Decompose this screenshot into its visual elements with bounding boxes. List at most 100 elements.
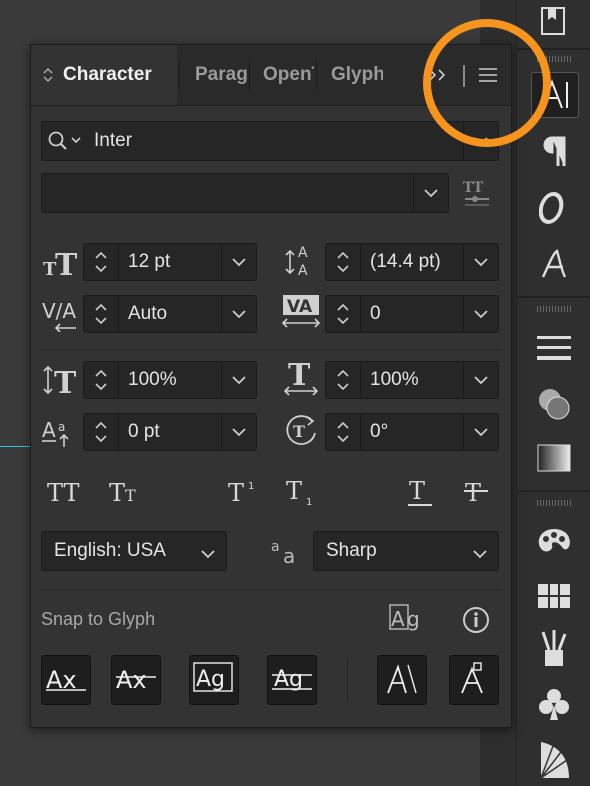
tab-label: Glyphs	[331, 64, 383, 85]
snap-angular-guides-button[interactable]	[377, 655, 427, 705]
brushes-icon[interactable]	[531, 626, 577, 670]
snap-to-glyph-options-icon[interactable]: Ag	[389, 603, 425, 635]
glyphs-panel-icon[interactable]	[531, 242, 577, 286]
font-size-value: 12 pt	[128, 251, 171, 272]
opentype-panel-icon[interactable]	[531, 186, 577, 230]
underline-button[interactable]: T	[403, 475, 437, 509]
font-size-stepper[interactable]	[84, 244, 119, 280]
chevron-down-icon[interactable]	[336, 265, 350, 273]
chevron-down-icon[interactable]	[94, 265, 108, 273]
snap-anchor-point-button[interactable]	[449, 655, 499, 705]
character-rotation-stepper[interactable]	[326, 414, 361, 450]
kerning-stepper[interactable]	[84, 296, 119, 332]
search-icon[interactable]	[46, 128, 86, 154]
gradient-panel-icon[interactable]	[531, 436, 577, 480]
snap-glyph-bounds-icon: Ag	[193, 662, 233, 692]
svg-text:g: g	[407, 607, 420, 631]
leading-stepper[interactable]	[326, 244, 361, 280]
divider	[41, 349, 501, 350]
chevron-up-icon[interactable]	[336, 251, 350, 259]
snap-glyph-bounds-button[interactable]: Ag	[189, 655, 239, 705]
horizontal-scale-icon: T	[281, 359, 321, 397]
svg-text:Ag: Ag	[274, 667, 303, 692]
svg-text:A: A	[298, 245, 308, 261]
leading-field[interactable]: (14.4 pt)	[325, 243, 499, 281]
small-caps-button[interactable]: TT	[107, 475, 151, 509]
tracking-stepper[interactable]	[326, 296, 361, 332]
superscript-button[interactable]: T1	[227, 475, 263, 509]
transparency-panel-icon[interactable]	[531, 382, 577, 426]
snap-baseline-button[interactable]: Ax	[41, 655, 91, 705]
baseline-shift-value: 0 pt	[128, 421, 160, 442]
svg-text:1: 1	[306, 497, 312, 507]
all-caps-button[interactable]: TT	[45, 475, 89, 509]
symbols-icon[interactable]	[531, 682, 577, 726]
divider	[347, 659, 348, 701]
chevron-up-icon[interactable]	[336, 303, 350, 311]
graphic-styles-icon[interactable]	[531, 738, 577, 782]
svg-text:T: T	[465, 479, 481, 507]
tracking-dropdown-button[interactable]	[463, 296, 498, 332]
vertical-scale-stepper[interactable]	[84, 362, 119, 398]
leading-dropdown-button[interactable]	[463, 244, 498, 280]
chevron-up-icon[interactable]	[94, 251, 108, 259]
character-rotation-dropdown-button[interactable]	[463, 414, 498, 450]
kerning-field[interactable]: Auto	[83, 295, 257, 333]
snap-x-height-button[interactable]: Ax	[111, 655, 161, 705]
font-style-field[interactable]	[41, 173, 449, 213]
vertical-scale-field[interactable]: 100%	[83, 361, 257, 399]
tab-glyphs[interactable]: Glyphs	[317, 45, 383, 105]
color-guide-icon[interactable]	[531, 520, 577, 564]
chevron-down-icon[interactable]	[94, 435, 108, 443]
horizontal-scale-stepper[interactable]	[326, 362, 361, 398]
variable-font-icon[interactable]: TT	[461, 177, 493, 209]
baseline-shift-field[interactable]: 0 pt	[83, 413, 257, 451]
tab-character[interactable]: Character	[31, 45, 177, 105]
tab-label: OpenType	[263, 64, 314, 85]
chevron-up-icon[interactable]	[94, 303, 108, 311]
chevron-up-icon[interactable]	[336, 369, 350, 377]
tab-opentype[interactable]: OpenType	[250, 45, 314, 105]
kerning-icon: V/A	[41, 295, 81, 333]
chevron-down-icon[interactable]	[336, 435, 350, 443]
character-rotation-field[interactable]: 0°	[325, 413, 499, 451]
chevron-down-icon[interactable]	[94, 317, 108, 325]
font-size-field[interactable]: 12 pt	[83, 243, 257, 281]
kerning-dropdown-button[interactable]	[221, 296, 256, 332]
horizontal-scale-field[interactable]: 100%	[325, 361, 499, 399]
horizontal-scale-dropdown-button[interactable]	[463, 362, 498, 398]
snap-proximity-guides-icon: Ag	[272, 667, 312, 692]
svg-text:TT: TT	[463, 180, 484, 196]
subscript-button[interactable]: T1	[285, 475, 321, 509]
chevron-down-icon	[232, 428, 246, 437]
collapse-toggle-icon[interactable]	[41, 66, 55, 84]
chevron-up-icon[interactable]	[336, 421, 350, 429]
vertical-scale-dropdown-button[interactable]	[221, 362, 256, 398]
chevron-down-icon[interactable]	[94, 383, 108, 391]
font-style-dropdown-button[interactable]	[413, 174, 448, 212]
language-select[interactable]: English: USA	[41, 531, 227, 571]
tab-label: Paragraph	[195, 64, 247, 85]
chevron-up-icon[interactable]	[94, 369, 108, 377]
svg-text:a: a	[271, 539, 280, 555]
tracking-value: 0	[370, 303, 381, 324]
strikethrough-button[interactable]: T	[459, 475, 493, 509]
svg-text:A: A	[391, 607, 405, 631]
swatches-icon[interactable]	[531, 574, 577, 618]
baseline-shift-stepper[interactable]	[84, 414, 119, 450]
chevron-down-icon[interactable]	[336, 383, 350, 391]
chevron-down-icon[interactable]	[336, 317, 350, 325]
font-size-dropdown-button[interactable]	[221, 244, 256, 280]
info-icon[interactable]	[461, 605, 491, 635]
snap-proximity-guides-button[interactable]: Ag	[267, 655, 317, 705]
snap-anchor-point-icon	[461, 662, 483, 694]
chevron-up-icon[interactable]	[94, 421, 108, 429]
baseline-shift-dropdown-button[interactable]	[221, 414, 256, 450]
tab-paragraph[interactable]: Paragraph	[181, 45, 247, 105]
subscript-icon: T1	[286, 477, 312, 507]
anti-aliasing-select[interactable]: Sharp	[313, 531, 499, 571]
svg-text:T: T	[54, 366, 77, 397]
svg-text:Ag: Ag	[196, 667, 225, 692]
tracking-field[interactable]: 0	[325, 295, 499, 333]
stroke-panel-icon[interactable]	[531, 326, 577, 370]
